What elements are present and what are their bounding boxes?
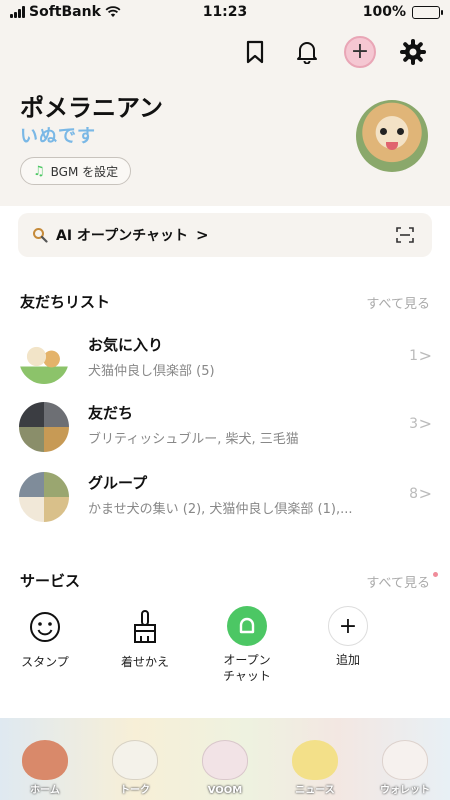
friend-row-friends[interactable]: 友だち ブリティッシュブルー, 柴犬, 三毛猫 3 > [0, 396, 450, 456]
tab-label: ウォレット [380, 785, 430, 796]
friends-see-all-link[interactable]: すべて見る [366, 293, 430, 312]
bgm-button[interactable]: ♫ BGM を設定 [20, 157, 132, 185]
news-character-icon [292, 740, 338, 780]
friend-row-favorites[interactable]: お気に入り 犬猫仲良し倶楽部 (5) 1 > [0, 328, 450, 388]
tab-label: ニュース [295, 785, 335, 796]
voom-character-icon [202, 740, 248, 780]
friends-thumbnail [19, 402, 69, 452]
chevron-right-icon: > [195, 226, 209, 244]
row-desc: ブリティッシュブルー, 柴犬, 三毛猫 [88, 432, 299, 447]
favorites-thumbnail [19, 334, 69, 384]
service-add[interactable]: + 追加 [308, 606, 388, 668]
status-bar: SoftBank 11:23 100% [0, 0, 450, 26]
qr-scan-icon[interactable] [396, 227, 414, 243]
search-label: AI オープンチャット [56, 228, 188, 244]
chevron-right-icon: > [418, 346, 432, 365]
plus-icon: + [328, 606, 368, 646]
service-label-line1: オープン [223, 653, 271, 667]
bgm-button-label: BGM を設定 [50, 164, 119, 179]
tab-wallet[interactable]: ウォレット [360, 718, 450, 800]
chevron-right-icon: > [418, 484, 432, 503]
service-label: オープン チャット [207, 652, 287, 684]
friend-row-groups[interactable]: グループ かませ犬の集い (2), 犬猫仲良し倶楽部 (1),... 8 > [0, 466, 450, 526]
profile-name[interactable]: ポメラニアン [20, 88, 163, 123]
service-label-line2: チャット [223, 669, 271, 683]
service-stamp[interactable]: スタンプ [5, 606, 85, 670]
add-friend-button[interactable]: + [344, 36, 376, 68]
service-label: 追加 [335, 653, 360, 667]
battery-percent: 100% [362, 4, 406, 20]
service-label: 着せかえ [120, 655, 169, 669]
services-section-title: サービス [20, 572, 81, 590]
tab-label: ホーム [30, 785, 60, 796]
service-open-chat[interactable]: オープン チャット [207, 606, 287, 684]
row-desc: 犬猫仲良し倶楽部 (5) [88, 364, 215, 379]
tab-label: VOOM [207, 785, 243, 796]
friends-section-title: 友だちリスト [20, 293, 111, 311]
row-desc: かませ犬の集い (2), 犬猫仲良し倶楽部 (1),... [88, 502, 353, 517]
tab-label: トーク [120, 785, 150, 796]
wallet-character-icon [382, 740, 428, 780]
capybara-home-icon [22, 740, 68, 780]
tab-talk[interactable]: トーク [90, 718, 180, 800]
open-chat-icon [227, 606, 267, 646]
row-name: お気に入り [88, 336, 164, 354]
notification-dot [433, 572, 438, 577]
row-count: 3 [409, 416, 418, 432]
chevron-right-icon: > [418, 414, 432, 433]
tab-news[interactable]: ニュース [270, 718, 360, 800]
music-note-icon: ♫ [33, 163, 45, 179]
profile-avatar[interactable] [356, 100, 428, 172]
smile-icon [24, 606, 66, 648]
bell-icon[interactable] [292, 37, 322, 67]
row-count: 1 [409, 348, 418, 364]
row-name: 友だち [88, 404, 134, 422]
bookmark-icon[interactable] [240, 37, 270, 67]
tab-home[interactable]: ホーム [0, 718, 90, 800]
service-theme[interactable]: 着せかえ [105, 606, 185, 670]
profile-header: + ポメラニアン いぬです ♫ BGM を設定 [0, 26, 450, 206]
search-icon [33, 228, 48, 243]
groups-thumbnail [19, 472, 69, 522]
ai-open-chat-search[interactable]: AI オープンチャット > [18, 213, 432, 257]
tab-voom[interactable]: VOOM [180, 718, 270, 800]
services-see-all-link[interactable]: すべて見る [366, 572, 430, 591]
bottom-tab-bar: ホーム トーク VOOM ニュース ウォレット [0, 718, 450, 800]
row-count: 8 [409, 486, 418, 502]
profile-status-message[interactable]: いぬです [20, 122, 96, 148]
service-label: スタンプ [21, 655, 69, 669]
bird-talk-icon [112, 740, 158, 780]
gear-icon[interactable] [398, 37, 428, 67]
row-name: グループ [88, 474, 148, 492]
battery-icon [412, 5, 443, 19]
brush-icon [124, 606, 166, 648]
